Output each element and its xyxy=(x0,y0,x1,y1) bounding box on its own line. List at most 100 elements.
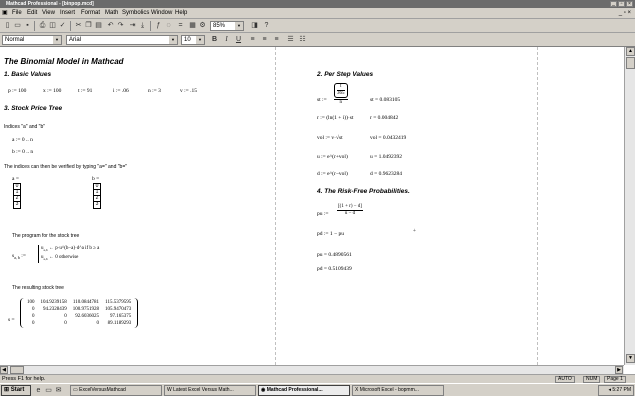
paste-icon[interactable]: ▤ xyxy=(94,21,103,30)
math-region[interactable]: r = 0.004842 xyxy=(370,115,398,121)
text-region[interactable]: Indices "a" and "b" xyxy=(4,124,45,130)
math-region[interactable]: pu = 0.4890561 xyxy=(317,252,352,258)
cut-icon[interactable]: ✂ xyxy=(74,21,83,30)
chevron-down-icon[interactable]: ▼ xyxy=(235,22,243,30)
chevron-down-icon[interactable]: ▼ xyxy=(169,36,177,44)
align-right-icon[interactable]: ≡ xyxy=(272,35,281,44)
math-region[interactable]: pd = 0.5109439 xyxy=(317,266,352,272)
numbering-icon[interactable]: ☷ xyxy=(298,35,307,44)
quick-launch-ie-icon[interactable]: e xyxy=(34,386,43,395)
menu-window[interactable]: Window xyxy=(151,9,172,18)
horizontal-scrollbar[interactable]: ◀ ▶ xyxy=(0,365,624,374)
spell-check-icon[interactable]: ✓ xyxy=(58,21,67,30)
mathcad-doc-icon[interactable]: ▣ xyxy=(2,9,8,18)
italic-button[interactable]: I xyxy=(222,35,231,44)
menu-symbolics[interactable]: Symbolics xyxy=(122,9,149,18)
quick-launch-outlook-icon[interactable]: ✉ xyxy=(54,386,63,395)
math-region[interactable]: b = xyxy=(92,176,99,182)
text-region[interactable]: The indices can then be verified by typi… xyxy=(4,164,127,170)
taskbar-item[interactable]: X Microsoft Excel - bopmm... xyxy=(352,385,444,396)
math-region[interactable]: n := 3 xyxy=(148,88,161,94)
print-preview-icon[interactable]: ◫ xyxy=(48,21,57,30)
font-select[interactable]: Arial ▼ xyxy=(66,35,178,45)
math-region[interactable]: u := e^(r+vol) xyxy=(317,154,348,160)
insert-component-icon[interactable]: ⚙ xyxy=(198,21,207,30)
chevron-down-icon[interactable]: ▼ xyxy=(53,36,61,44)
vertical-scrollbar[interactable]: ▲ ▼ xyxy=(624,47,635,365)
scroll-down-icon[interactable]: ▼ xyxy=(626,354,635,363)
math-region[interactable]: x := 100 xyxy=(43,88,61,94)
math-region[interactable]: p := 100 xyxy=(8,88,26,94)
underline-button[interactable]: U xyxy=(234,35,243,44)
insert-unit-icon[interactable]: ◌ xyxy=(164,21,173,30)
text-region[interactable]: The program for the stock tree xyxy=(12,233,79,239)
insert-function-icon[interactable]: ƒ xyxy=(154,21,163,30)
bullets-icon[interactable]: ☰ xyxy=(286,35,295,44)
chevron-down-icon[interactable]: ▼ xyxy=(196,36,204,44)
taskbar-item[interactable]: W Latest Excel Versus Math... xyxy=(164,385,256,396)
start-button[interactable]: ⊞ Start xyxy=(1,385,31,396)
quick-launch-desktop-icon[interactable]: ▭ xyxy=(44,386,53,395)
math-region[interactable]: t 365 n xyxy=(334,83,348,106)
math-region[interactable]: vol = 0.0432419 xyxy=(370,135,406,141)
math-region[interactable]: a := 0 .. n xyxy=(12,137,33,143)
text-region[interactable]: The resulting stock tree xyxy=(12,285,64,291)
scroll-thumb[interactable] xyxy=(626,57,635,69)
align-center-icon[interactable]: ≡ xyxy=(260,35,269,44)
redo-icon[interactable]: ↷ xyxy=(116,21,125,30)
menu-file[interactable]: File xyxy=(12,9,22,18)
math-region[interactable]: u = 1.0492392 xyxy=(370,154,402,160)
style-select[interactable]: Normal ▼ xyxy=(2,35,62,45)
insert-graph-icon[interactable]: ▦ xyxy=(188,21,197,30)
taskbar-item-active[interactable]: ◉ Mathcad Professional... xyxy=(258,385,350,396)
math-region[interactable]: sa, b := xyxy=(12,253,26,260)
menu-help[interactable]: Help xyxy=(175,9,187,18)
result-matrix[interactable]: 100 104.9239158 110.0844781 115.5379595 0 94… xyxy=(20,298,139,328)
undo-icon[interactable]: ↶ xyxy=(106,21,115,30)
menu-edit[interactable]: Edit xyxy=(27,9,37,18)
program-block[interactable]: ua,b ← p·u^(b−a)·d^a if b ≥ a ua,b ← 0 o… xyxy=(38,245,99,263)
math-region[interactable]: pd := 1 − pu xyxy=(317,231,344,237)
menu-format[interactable]: Format xyxy=(81,9,100,18)
align-left-icon[interactable]: ≡ xyxy=(248,35,257,44)
taskbar-item[interactable]: ▭ ExcelVersusMathcad xyxy=(70,385,162,396)
zoom-select[interactable]: 85% ▼ xyxy=(210,21,244,31)
menu-insert[interactable]: Insert xyxy=(60,9,75,18)
open-icon[interactable]: ▭ xyxy=(13,21,22,30)
math-region[interactable]: t := 91 xyxy=(78,88,92,94)
worksheet[interactable]: The Binomial Model in Mathcad 1. Basic V… xyxy=(0,47,624,365)
menu-math[interactable]: Math xyxy=(105,9,118,18)
math-region[interactable]: vol := v·√st xyxy=(317,135,343,141)
mdi-controls[interactable]: _ ▫ × xyxy=(619,9,631,18)
bold-button[interactable]: B xyxy=(210,35,219,44)
restore-button[interactable]: ▫ xyxy=(618,1,625,7)
math-region[interactable]: d = 0.9623284 xyxy=(370,171,402,177)
math-region[interactable]: b := 0 .. n xyxy=(12,149,33,155)
speaker-icon[interactable]: ◂ xyxy=(608,387,611,393)
scroll-up-icon[interactable]: ▲ xyxy=(626,47,635,56)
scroll-thumb[interactable] xyxy=(10,366,24,374)
close-button[interactable]: × xyxy=(626,1,633,7)
math-region[interactable]: [(1 + r) − d] u − d xyxy=(337,204,363,217)
scroll-right-icon[interactable]: ▶ xyxy=(615,366,623,374)
math-region[interactable]: a = xyxy=(12,176,19,182)
math-region[interactable]: r := (ln(1 + i))·st xyxy=(317,115,353,121)
math-region[interactable]: i := .06 xyxy=(113,88,129,94)
font-size-select[interactable]: 10 ▼ xyxy=(181,35,205,45)
help-icon[interactable]: ? xyxy=(262,21,271,30)
new-icon[interactable]: ▯ xyxy=(3,21,12,30)
copy-icon[interactable]: ❐ xyxy=(84,21,93,30)
mathcad-icon: ◉ xyxy=(261,387,266,393)
math-region[interactable]: st = 0.083105 xyxy=(370,97,400,103)
resources-icon[interactable]: ◨ xyxy=(250,21,259,30)
print-icon[interactable]: ⎙ xyxy=(38,21,47,30)
math-region[interactable]: v := .15 xyxy=(180,88,197,94)
minimize-button[interactable]: _ xyxy=(610,1,617,7)
align-down-icon[interactable]: ⤓ xyxy=(138,21,147,30)
align-across-icon[interactable]: ⇥ xyxy=(128,21,137,30)
math-region[interactable]: d := e^(r−vol) xyxy=(317,171,348,177)
scroll-left-icon[interactable]: ◀ xyxy=(0,366,8,374)
save-icon[interactable]: ▪ xyxy=(23,21,32,30)
menu-view[interactable]: View xyxy=(42,9,55,18)
calculate-icon[interactable]: = xyxy=(176,21,185,30)
